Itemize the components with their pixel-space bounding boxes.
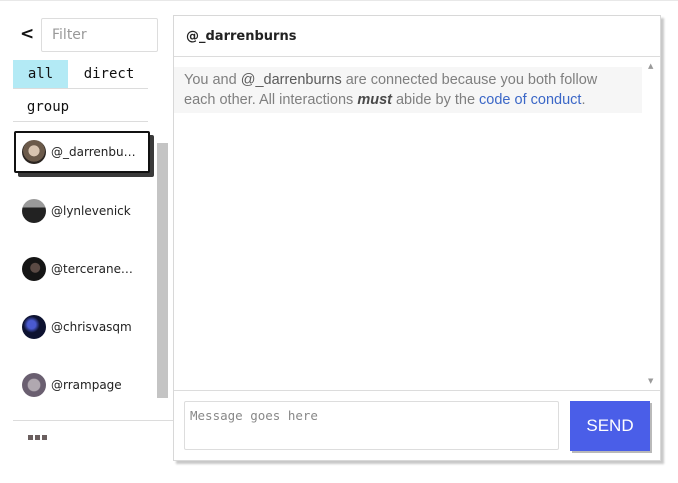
avatar: [22, 199, 46, 223]
scroll-up-arrow-icon[interactable]: ▲: [648, 62, 653, 70]
chat-header-title: @_darrenburns: [174, 16, 660, 57]
avatar: [22, 373, 46, 397]
contact-item-rrampage[interactable]: @rrampage: [14, 364, 150, 406]
composer-divider: [174, 390, 660, 391]
contact-name: @rrampage: [51, 378, 122, 392]
notice-username: @_darrenburns: [240, 72, 342, 88]
tab-divider: [13, 121, 148, 122]
avatar: [22, 315, 46, 339]
contact-name: @_darrenbu…: [51, 145, 136, 159]
contact-item-darrenburns[interactable]: @_darrenbu…: [14, 131, 150, 173]
more-dots-icon[interactable]: [28, 435, 48, 441]
contact-item-lynlevenick[interactable]: @lynlevenick: [14, 190, 150, 232]
contact-name: @chrisvasqm: [51, 320, 132, 334]
tab-all[interactable]: all: [13, 60, 68, 88]
avatar: [22, 257, 46, 281]
send-button[interactable]: SEND: [570, 401, 650, 451]
code-of-conduct-link[interactable]: code of conduct: [479, 92, 581, 108]
contact-list-scrollbar[interactable]: [157, 143, 168, 398]
filter-input[interactable]: [41, 18, 158, 52]
message-input[interactable]: [184, 401, 559, 450]
message-area: You and @_darrenburns are connected beca…: [174, 57, 660, 390]
back-button[interactable]: <: [20, 24, 34, 44]
tab-group[interactable]: group: [13, 93, 83, 121]
contact-name: @terceranex…: [51, 262, 139, 276]
notice-emphasis: must: [357, 91, 392, 108]
contact-item-chrisvasqm[interactable]: @chrisvasqm: [14, 306, 150, 348]
contact-item-terceranex[interactable]: @terceranex…: [14, 248, 150, 290]
connection-notice: You and @_darrenburns are connected beca…: [174, 67, 642, 113]
sidebar-divider: [13, 420, 173, 421]
tab-divider: [13, 88, 148, 89]
chat-panel: @_darrenburns You and @_darrenburns are …: [173, 15, 661, 461]
scroll-down-arrow-icon[interactable]: ▼: [648, 377, 653, 385]
contact-name: @lynlevenick: [51, 204, 131, 218]
tab-direct[interactable]: direct: [70, 60, 148, 88]
avatar: [22, 140, 46, 164]
top-border: [0, 0, 678, 1]
